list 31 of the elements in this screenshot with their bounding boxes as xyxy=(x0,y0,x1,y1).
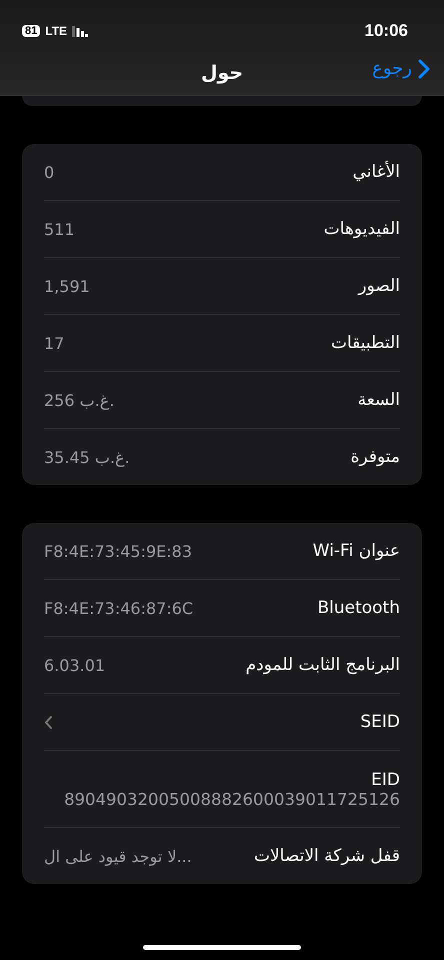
row-value: 89049032005008882600039011725126 xyxy=(63,790,400,808)
row-label: عنوان Wi-Fi xyxy=(312,541,400,561)
row-label: قفل شركة الاتصالات xyxy=(254,846,400,866)
back-button[interactable]: رجوع xyxy=(372,58,430,79)
row-label: الأغاني xyxy=(352,162,400,182)
row-label: متوفرة xyxy=(350,447,400,467)
battery-level: 81 xyxy=(22,25,40,37)
row-value: لا توجد قيود على ال... xyxy=(44,846,192,866)
chevron-icon xyxy=(44,714,53,730)
signal-icon xyxy=(72,26,88,36)
row-label: Bluetooth xyxy=(317,598,400,618)
chevron-icon xyxy=(418,58,430,78)
row-value: 0 xyxy=(44,162,54,182)
row-value: 35.45 غ.ب. xyxy=(44,448,130,466)
list-item[interactable]: SEID xyxy=(44,694,400,751)
row-label: التطبيقات xyxy=(330,333,400,353)
row-value: 6.03.01 xyxy=(44,656,106,674)
row-value: F8:4E:73:45:9E:83 xyxy=(44,542,192,560)
row-value: F8:4E:73:46:87:6C xyxy=(44,598,194,618)
row-label: الفيديوهات xyxy=(324,219,400,239)
row-label: الصور xyxy=(358,276,400,296)
status-time: 10:06 xyxy=(364,21,408,41)
row-value: 17 xyxy=(44,334,64,352)
row-label: EID xyxy=(371,770,400,790)
row-value: 511 xyxy=(44,220,75,238)
row-value: 1,591 xyxy=(44,276,90,296)
row-label: السعة xyxy=(358,390,400,410)
row-value: 256 غ.ب. xyxy=(44,390,114,410)
network-type: LTE xyxy=(45,24,68,38)
screen-title: حول xyxy=(200,62,244,84)
row-label: البرنامج الثابت للمودم xyxy=(246,655,400,675)
